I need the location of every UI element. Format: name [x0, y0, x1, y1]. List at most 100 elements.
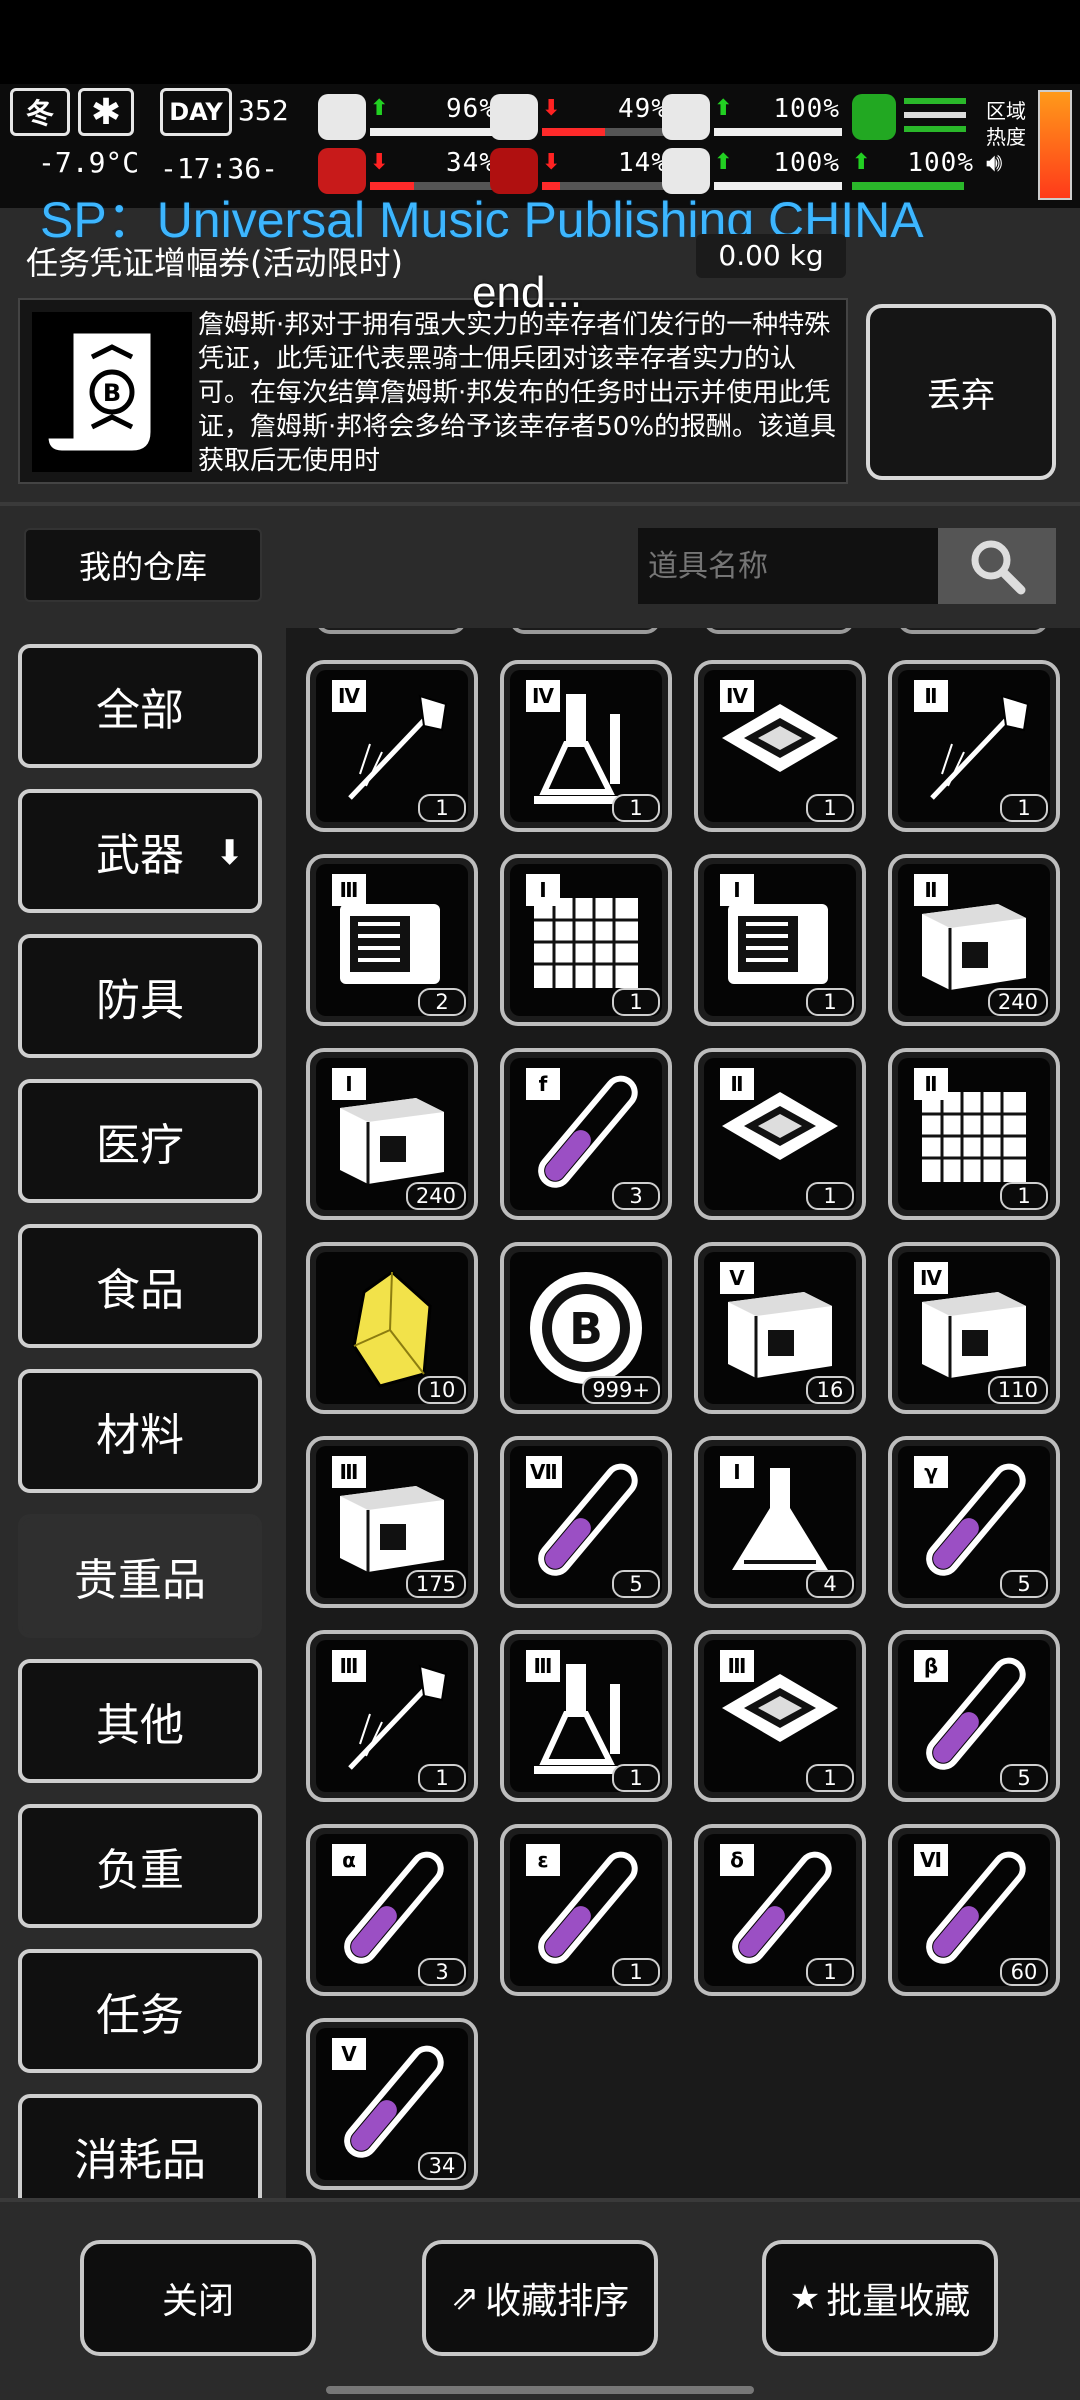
stat-stomach-value: 49% [618, 94, 668, 124]
item-slot[interactable]: Ⅴ 16 [694, 1242, 866, 1414]
item-slot[interactable]: ε1 [500, 1824, 672, 1996]
category-label: 医疗 [96, 1120, 184, 1171]
item-slot[interactable]: f3 [500, 1048, 672, 1220]
svg-text:B: B [103, 379, 121, 407]
category-tab[interactable]: 贵重品 [18, 1514, 262, 1638]
item-count: 34 [418, 2152, 466, 2180]
item-slot[interactable]: Ⅰ4 [694, 1436, 866, 1608]
item-slot[interactable]: Ⅴ 34 [306, 2018, 478, 2190]
item-slot[interactable]: 10 [306, 1242, 478, 1414]
item-slot[interactable]: B 999+ [500, 1242, 672, 1414]
sort-arrows-icon: ⇗ [450, 2278, 480, 2318]
search-button[interactable] [938, 528, 1056, 604]
item-slot[interactable]: Ⅰ 240 [306, 1048, 478, 1220]
item-slot[interactable]: Ⅲ1 [694, 1630, 866, 1802]
category-label: 防具 [96, 975, 184, 1026]
item-count: 2 [418, 988, 466, 1016]
item-slot[interactable]: Ⅶ5 [500, 1436, 672, 1608]
stat-stomach-bar [542, 128, 670, 136]
temperature-readout: -7.9°C [38, 146, 140, 179]
up-arrow-icon: ⬆ [370, 96, 389, 121]
item-slot[interactable]: γ5 [888, 1436, 1060, 1608]
status-bar [0, 0, 1080, 84]
item-search-input[interactable] [638, 528, 938, 604]
item-slot[interactable]: Ⅳ1 [500, 660, 672, 832]
discard-button[interactable]: 丢弃 [866, 304, 1056, 480]
item-count: 1 [418, 794, 466, 822]
item-slot[interactable]: Ⅲ1 [306, 1630, 478, 1802]
item-slot[interactable]: Ⅰ1 [500, 854, 672, 1026]
item-count: 110 [987, 1376, 1048, 1404]
stars-icon: ★ [789, 2278, 821, 2318]
down-arrow-icon: ⬇ [542, 150, 561, 175]
item-count: 10 [418, 1376, 466, 1404]
category-tab[interactable]: 食品 [18, 1224, 262, 1348]
item-slot[interactable]: Ⅳ1 [694, 660, 866, 832]
tier-badge: γ [914, 1456, 948, 1488]
stat-health-value: 96% [446, 94, 496, 124]
item-description-panel: B 詹姆斯·邦对于拥有强大实力的幸存者们发行的一种特殊凭证，此凭证代表黑骑士佣兵… [18, 298, 848, 484]
item-slot[interactable]: Ⅲ1 [500, 1630, 672, 1802]
item-slot[interactable]: Ⅲ 175 [306, 1436, 478, 1608]
season-indicator: 冬 [10, 88, 70, 136]
favorite-sort-button[interactable]: ⇗ 收藏排序 [422, 2240, 658, 2356]
category-tab[interactable]: 消耗品 [18, 2094, 262, 2198]
category-tab[interactable]: 任务 [18, 1949, 262, 2073]
end-overlay-text: end... [472, 268, 583, 317]
tier-badge: β [914, 1650, 948, 1682]
item-count: 999+ [582, 1376, 660, 1404]
category-tab[interactable]: 其他 [18, 1659, 262, 1783]
close-button[interactable]: 关闭 [80, 2240, 316, 2356]
item-count: 1 [1000, 1182, 1048, 1210]
item-count: 240 [405, 1182, 466, 1210]
item-count: 1 [806, 1958, 854, 1986]
category-label: 全部 [96, 685, 184, 736]
category-tab[interactable]: 武器 ⬇ [18, 789, 262, 913]
category-tab[interactable]: 医疗 [18, 1079, 262, 1203]
stat-armor [852, 92, 972, 142]
tier-badge: Ⅰ [720, 1456, 754, 1488]
boot-icon [852, 94, 896, 140]
item-slot[interactable]: Ⅱ1 [888, 660, 1060, 832]
item-count: 60 [1000, 1958, 1048, 1986]
stat-stamina-value: 100% [773, 94, 840, 124]
my-storage-tab[interactable]: 我的仓库 [24, 528, 262, 602]
batch-favorite-button[interactable]: ★ 批量收藏 [762, 2240, 998, 2356]
tier-badge: α [332, 1844, 366, 1876]
stat-brain-value: 34% [446, 148, 496, 178]
category-tab[interactable]: 防具 [18, 934, 262, 1058]
tier-badge: Ⅲ [332, 874, 366, 906]
item-count: 1 [806, 1764, 854, 1792]
item-slot[interactable]: Ⅱ 240 [888, 854, 1060, 1026]
down-arrow-icon: ⬇ [542, 96, 561, 121]
category-label: 消耗品 [74, 2135, 206, 2186]
item-slot[interactable]: Ⅱ1 [888, 1048, 1060, 1220]
item-slot[interactable]: Ⅰ1 [694, 854, 866, 1026]
tier-badge: Ⅳ [914, 1262, 948, 1294]
category-tab[interactable]: 全部 [18, 644, 262, 768]
item-slot[interactable]: Ⅳ 110 [888, 1242, 1060, 1414]
tier-badge: Ⅲ [332, 1456, 366, 1488]
item-slot[interactable]: δ1 [694, 1824, 866, 1996]
item-count: 5 [1000, 1570, 1048, 1598]
tier-badge: Ⅴ [332, 2038, 366, 2070]
item-slot[interactable]: Ⅲ2 [306, 854, 478, 1026]
home-indicator[interactable] [326, 2386, 754, 2394]
item-name: 任务凭证增幅券(活动限时) [26, 244, 403, 282]
item-slot[interactable]: α3 [306, 1824, 478, 1996]
category-tab[interactable]: 材料 [18, 1369, 262, 1493]
download-arrow-icon: ⬇ [215, 833, 245, 873]
item-slot[interactable]: Ⅱ1 [694, 1048, 866, 1220]
tier-badge: Ⅰ [720, 874, 754, 906]
category-tab[interactable]: 负重 [18, 1804, 262, 1928]
tier-badge: δ [720, 1844, 754, 1876]
speaker-icon[interactable]: 🔊︎ [986, 150, 1026, 176]
tier-badge: ε [526, 1844, 560, 1876]
divider [0, 502, 1080, 506]
tier-badge: Ⅲ [332, 1650, 366, 1682]
item-slot[interactable]: Ⅳ1 [306, 660, 478, 832]
item-slot[interactable]: Ⅵ 60 [888, 1824, 1060, 1996]
tier-badge: Ⅱ [914, 874, 948, 906]
item-slot[interactable]: β5 [888, 1630, 1060, 1802]
tier-badge: Ⅴ [720, 1262, 754, 1294]
